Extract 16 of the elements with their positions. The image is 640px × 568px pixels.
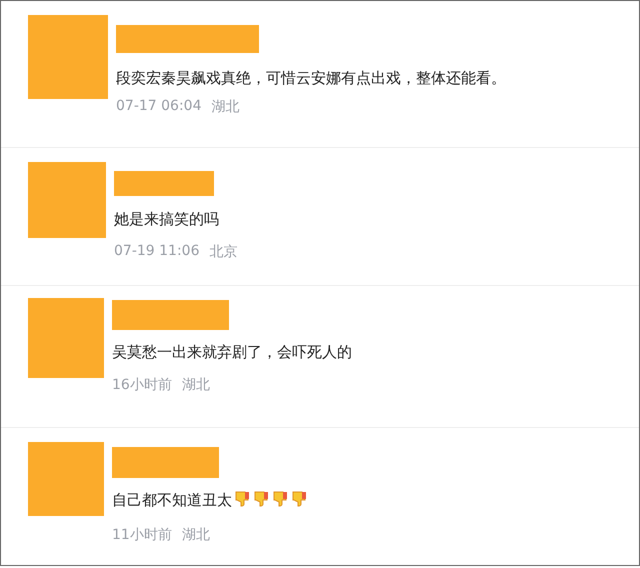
thumbs-down-icon	[290, 490, 308, 508]
comment-time: 07-17 06:04	[116, 98, 202, 116]
thumbs-down-icon	[252, 490, 270, 508]
comment-location: 湖北	[182, 526, 210, 544]
comment-text: 段奕宏秦昊飙戏真绝，可惜云安娜有点出戏，整体还能看。	[116, 69, 506, 88]
comment-time: 16小时前	[112, 376, 172, 394]
comment-text: 自己都不知道丑太	[112, 491, 232, 510]
comment-text: 她是来搞笑的吗	[114, 210, 219, 230]
comment-text: 吴莫愁一出来就弃剧了，会吓死人的	[112, 343, 352, 362]
comment-location: 北京	[209, 243, 238, 262]
comment-location: 湖北	[182, 376, 210, 394]
thumbs-down-icon	[271, 490, 289, 508]
comment-time: 11小时前	[112, 526, 172, 544]
comment-location: 湖北	[211, 98, 240, 116]
comment-time: 07-19 11:06	[114, 243, 200, 262]
thumbs-down-icon	[233, 490, 251, 508]
